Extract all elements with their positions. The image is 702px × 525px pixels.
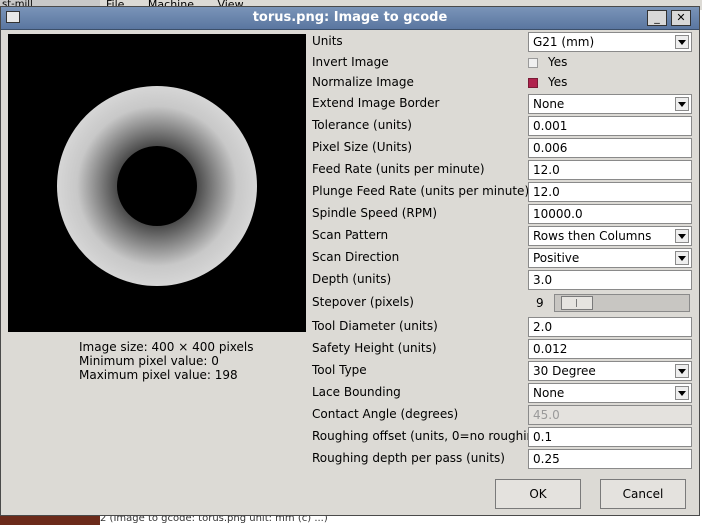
chevron-down-icon[interactable]: [675, 229, 689, 243]
dialog-title: torus.png: Image to gcode: [252, 10, 448, 25]
depth-row: Depth (units) 3.0: [312, 269, 694, 291]
feed-rate-row: Feed Rate (units per minute) 12.0: [312, 159, 694, 181]
roughing-depth-row: Roughing depth per pass (units) 0.25: [312, 448, 694, 470]
spindle-row: Spindle Speed (RPM) 10000.0: [312, 203, 694, 225]
lace-row: Lace Bounding None: [312, 382, 694, 404]
chevron-down-icon[interactable]: [675, 364, 689, 378]
scan-pattern-combo[interactable]: Rows then Columns: [528, 226, 692, 246]
pixel-size-input[interactable]: 0.006: [528, 138, 692, 158]
feed-rate-label: Feed Rate (units per minute): [312, 162, 485, 176]
border-row: Extend Image Border None: [312, 93, 694, 115]
contact-angle-input: 45.0: [528, 405, 692, 425]
safety-height-label: Safety Height (units): [312, 341, 437, 355]
feed-rate-input[interactable]: 12.0: [528, 160, 692, 180]
chevron-down-icon[interactable]: [675, 97, 689, 111]
roughing-depth-input[interactable]: 0.25: [528, 449, 692, 469]
close-icon[interactable]: ✕: [671, 10, 691, 26]
stepover-value: 9: [536, 296, 544, 310]
min-pixel-text: Minimum pixel value: 0: [79, 354, 219, 368]
plunge-rate-label: Plunge Feed Rate (units per minute): [312, 184, 530, 198]
torus-hole: [117, 146, 197, 226]
tolerance-input[interactable]: 0.001: [528, 116, 692, 136]
image-to-gcode-dialog: torus.png: Image to gcode _ ✕ Image size…: [0, 6, 700, 516]
pixel-size-label: Pixel Size (Units): [312, 140, 413, 154]
scan-direction-row: Scan Direction Positive: [312, 247, 694, 269]
normalize-row: Normalize Image Yes: [312, 72, 694, 94]
chevron-down-icon[interactable]: [675, 386, 689, 400]
spindle-label: Spindle Speed (RPM): [312, 206, 438, 220]
roughing-offset-row: Roughing offset (units, 0=no roughing) 0…: [312, 426, 694, 448]
spindle-input[interactable]: 10000.0: [528, 204, 692, 224]
torus-image: [57, 86, 257, 286]
border-label: Extend Image Border: [312, 96, 440, 110]
tool-diameter-input[interactable]: 2.0: [528, 317, 692, 337]
contact-angle-row: Contact Angle (degrees) 45.0: [312, 404, 694, 426]
tool-type-label: Tool Type: [312, 363, 367, 377]
tool-type-row: Tool Type 30 Degree: [312, 360, 694, 382]
tool-type-combo[interactable]: 30 Degree: [528, 361, 692, 381]
stepover-label: Stepover (pixels): [312, 295, 414, 309]
minimize-icon[interactable]: _: [647, 10, 667, 26]
ok-button[interactable]: OK: [495, 479, 581, 509]
border-combo[interactable]: None: [528, 94, 692, 114]
cancel-button[interactable]: Cancel: [600, 479, 686, 509]
image-preview: [8, 34, 306, 332]
safety-height-row: Safety Height (units) 0.012: [312, 338, 694, 360]
image-info: Image size: 400 × 400 pixels Minimum pix…: [79, 340, 253, 382]
invert-row: Invert Image Yes: [312, 52, 694, 74]
units-row: Units G21 (mm): [312, 31, 694, 53]
tool-diameter-label: Tool Diameter (units): [312, 319, 438, 333]
scan-direction-combo[interactable]: Positive: [528, 248, 692, 268]
normalize-label: Normalize Image: [312, 75, 414, 89]
stepover-slider-handle[interactable]: [561, 296, 593, 310]
roughing-offset-label: Roughing offset (units, 0=no roughing): [312, 429, 547, 443]
image-size-text: Image size: 400 × 400 pixels: [79, 340, 254, 354]
chevron-down-icon[interactable]: [675, 35, 689, 49]
scan-direction-label: Scan Direction: [312, 250, 400, 264]
roughing-depth-label: Roughing depth per pass (units): [312, 451, 505, 465]
dialog-titlebar[interactable]: torus.png: Image to gcode _ ✕: [1, 7, 699, 30]
plunge-rate-row: Plunge Feed Rate (units per minute) 12.0: [312, 181, 694, 203]
stepover-row: Stepover (pixels) 9: [312, 292, 694, 314]
lace-combo[interactable]: None: [528, 383, 692, 403]
units-label: Units: [312, 34, 343, 48]
invert-label: Invert Image: [312, 55, 389, 69]
tool-diameter-row: Tool Diameter (units) 2.0: [312, 316, 694, 338]
depth-input[interactable]: 3.0: [528, 270, 692, 290]
roughing-offset-input[interactable]: 0.1: [528, 427, 692, 447]
normalize-checkbox-label[interactable]: Yes: [548, 75, 567, 89]
tolerance-label: Tolerance (units): [312, 118, 412, 132]
chevron-down-icon[interactable]: [675, 251, 689, 265]
tolerance-row: Tolerance (units) 0.001: [312, 115, 694, 137]
units-combo[interactable]: G21 (mm): [528, 32, 692, 52]
invert-checkbox-label[interactable]: Yes: [548, 55, 567, 69]
lace-label: Lace Bounding: [312, 385, 401, 399]
scan-pattern-row: Scan Pattern Rows then Columns: [312, 225, 694, 247]
scan-pattern-label: Scan Pattern: [312, 228, 389, 242]
pixel-size-row: Pixel Size (Units) 0.006: [312, 137, 694, 159]
normalize-checkbox[interactable]: [528, 78, 538, 88]
stepover-slider[interactable]: [554, 294, 690, 312]
invert-checkbox[interactable]: [528, 58, 538, 68]
safety-height-input[interactable]: 0.012: [528, 339, 692, 359]
contact-angle-label: Contact Angle (degrees): [312, 407, 459, 421]
depth-label: Depth (units): [312, 272, 392, 286]
plunge-rate-input[interactable]: 12.0: [528, 182, 692, 202]
max-pixel-text: Maximum pixel value: 198: [79, 368, 238, 382]
